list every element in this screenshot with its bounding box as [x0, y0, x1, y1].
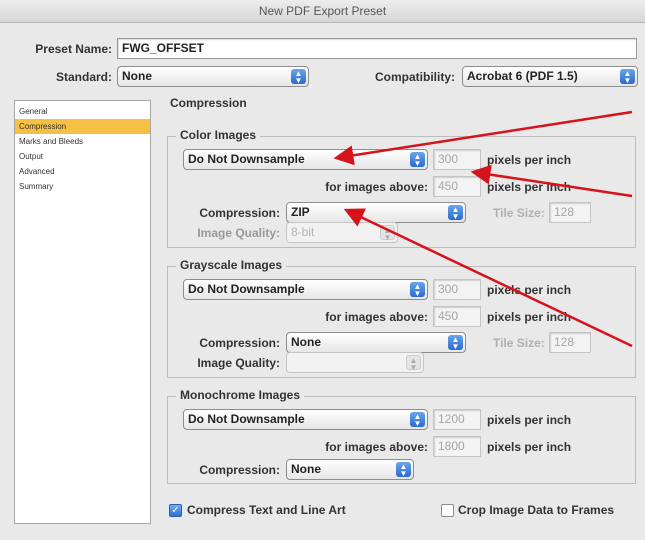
arrow-to-ppi [470, 164, 633, 198]
arrow-to-downsample [333, 110, 633, 166]
arrow-to-compression [343, 208, 633, 348]
annotation-arrows [333, 110, 633, 348]
